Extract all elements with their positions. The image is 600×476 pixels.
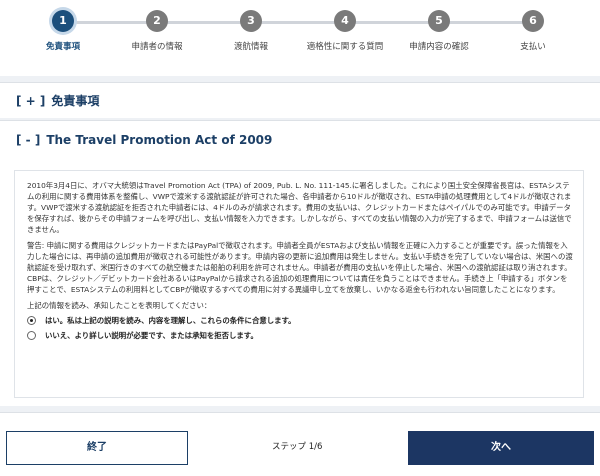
step-label: 申請者の情報 (131, 42, 183, 52)
step-2: 2 申請者の情報 (107, 10, 207, 52)
step-label: 免責事項 (45, 42, 80, 52)
section-title: The Travel Promotion Act of 2009 (46, 132, 273, 147)
step-label: 適格性に関する質問 (306, 42, 384, 52)
step-counter: ステップ 1/6 (272, 442, 323, 452)
step-1[interactable]: 1 免責事項 (13, 10, 113, 52)
option-no-label: いいえ、より詳しい説明が必要です、または承知を拒否します。 (45, 331, 258, 340)
step-number: 4 (334, 10, 356, 32)
option-yes-label: はい。私は上記の説明を読み、内容を理解し、これらの条件に合意します。 (45, 316, 296, 325)
step-label: 支払い (520, 42, 546, 52)
step-number: 1 (52, 10, 74, 32)
footer-bar: 終了 ステップ 1/6 次へ (0, 412, 600, 476)
next-button[interactable]: 次へ (408, 431, 594, 465)
section-title: 免責事項 (51, 94, 100, 108)
travel-act-content: 2010年3月4日に、オバマ大統領はTravel Promotion Act (… (0, 158, 600, 406)
step-number: 2 (146, 10, 168, 32)
paragraph-tpa: 2010年3月4日に、オバマ大統領はTravel Promotion Act (… (27, 181, 572, 234)
option-no[interactable]: いいえ、より詳しい説明が必要です、または承知を拒否します。 (27, 330, 573, 341)
expand-toggle: [ + ] (16, 93, 46, 108)
step-number: 6 (522, 10, 544, 32)
step-number: 3 (240, 10, 262, 32)
step-4: 4 適格性に関する質問 (295, 10, 395, 52)
travel-act-section-header[interactable]: [ - ] The Travel Promotion Act of 2009 (0, 120, 600, 158)
end-button[interactable]: 終了 (6, 431, 188, 465)
step-label: 申請内容の確認 (409, 42, 469, 52)
disclaimer-text-box: 2010年3月4日に、オバマ大統領はTravel Promotion Act (… (14, 170, 584, 398)
progress-stepper: 1 免責事項 2 申請者の情報 3 渡航情報 4 適格性に関する質問 5 申請内… (0, 0, 600, 76)
radio-yes[interactable] (27, 316, 36, 325)
step-3: 3 渡航情報 (201, 10, 301, 52)
option-yes[interactable]: はい。私は上記の説明を読み、内容を理解し、これらの条件に合意します。 (27, 315, 573, 326)
step-label: 渡航情報 (233, 42, 268, 52)
step-number: 5 (428, 10, 450, 32)
step-5: 5 申請内容の確認 (389, 10, 489, 52)
radio-no[interactable] (27, 331, 36, 340)
step-6: 6 支払い (483, 10, 583, 52)
acknowledge-prompt: 上記の情報を読み、承知したことを表明してください： (27, 301, 212, 310)
collapse-toggle: [ - ] (16, 132, 41, 147)
paragraph-warning: 警告: 申請に関する費用はクレジットカードまたはPayPalで徴収されます。申請… (27, 241, 573, 294)
disclaimer-section-header[interactable]: [ + ] 免責事項 (0, 82, 600, 118)
